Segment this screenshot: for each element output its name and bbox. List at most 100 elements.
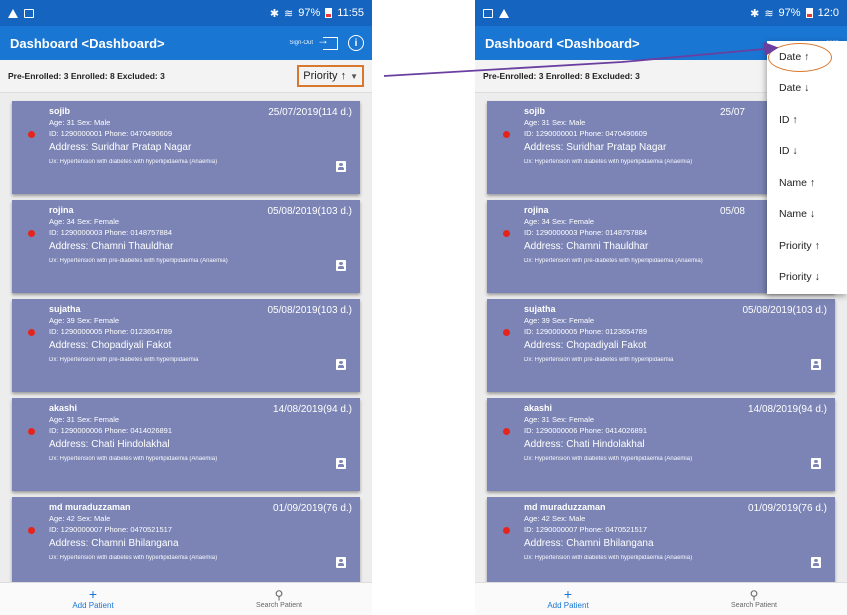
patient-diagnosis: Dx: Hypertension with pre-diabetes with … xyxy=(524,357,674,363)
search-icon: ⚲ xyxy=(749,588,759,602)
phone-screen-left: ✱ ≋ 97% 11:55 Dashboard <Dashboard> Sign-Ou… xyxy=(0,0,372,615)
enrollment-date: 25/07 xyxy=(719,107,745,118)
patient-list: sojib 25/07/2019(114 d.) Age: 31 Sex: Ma… xyxy=(0,93,372,590)
patient-id-phone: ID: 1290000006 Phone: 0414026891 xyxy=(49,426,173,435)
search-patient-label: Search Patient xyxy=(256,602,302,609)
patient-address: Address: Chamni Thauldhar xyxy=(49,241,174,252)
patient-card[interactable]: rojina 05/08/2019(103 d.) Age: 34 Sex: F… xyxy=(12,200,360,293)
sort-option-name-desc[interactable]: Name ↓ xyxy=(767,199,847,231)
enrollment-date: 01/09/2019(76 d.) xyxy=(273,503,352,514)
contact-card-icon[interactable] xyxy=(336,359,346,370)
patient-age-sex: Age: 34 Sex: Female xyxy=(49,217,120,226)
enrollment-counts: Pre-Enrolled: 3 Enrolled: 8 Excluded: 3 xyxy=(8,71,165,81)
sort-option-date-desc[interactable]: Date ↓ xyxy=(767,73,847,105)
patient-diagnosis: Dx: Hypertension with diabetes with hype… xyxy=(524,555,693,561)
image-notification-icon xyxy=(24,8,34,18)
patient-id-phone: ID: 1290000006 Phone: 0414026891 xyxy=(524,426,648,435)
patient-diagnosis: Dx: Hypertension with diabetes with hype… xyxy=(49,456,218,462)
priority-dot xyxy=(28,329,35,336)
app-title: Dashboard <Dashboard> xyxy=(10,35,165,51)
bluetooth-icon: ✱ xyxy=(269,7,280,20)
add-patient-label: Add Patient xyxy=(547,601,589,610)
priority-dot xyxy=(503,527,510,534)
priority-dot xyxy=(503,329,510,336)
image-notification-icon xyxy=(483,8,493,18)
enrollment-date: 01/09/2019(76 d.) xyxy=(748,503,827,514)
notification-icon xyxy=(8,8,18,18)
enrollment-date: 05/08/2019(103 d.) xyxy=(267,305,352,316)
patient-age-sex: Age: 31 Sex: Female xyxy=(49,415,120,424)
search-patient-label: Search Patient xyxy=(731,602,777,609)
info-icon[interactable]: i xyxy=(348,35,364,51)
patient-age-sex: Age: 31 Sex: Female xyxy=(524,415,595,424)
battery-percent: 97% xyxy=(298,7,321,19)
sort-option-id-desc[interactable]: ID ↓ xyxy=(767,136,847,168)
patient-card[interactable]: sujatha 05/08/2019(103 d.) Age: 39 Sex: … xyxy=(12,299,360,392)
contact-card-icon[interactable] xyxy=(336,458,346,469)
patient-age-sex: Age: 42 Sex: Male xyxy=(49,514,111,523)
patient-address: Address: Chopadiyali Fakot xyxy=(49,340,172,351)
patient-age-sex: Age: 39 Sex: Female xyxy=(49,316,120,325)
bottom-nav: + Add Patient ⚲ Search Patient xyxy=(0,582,372,615)
contact-card-icon[interactable] xyxy=(336,260,346,271)
sort-option-id-asc[interactable]: ID ↑ xyxy=(767,104,847,136)
priority-dot xyxy=(28,230,35,237)
bluetooth-icon: ✱ xyxy=(750,7,760,20)
priority-dot xyxy=(28,527,35,534)
sort-option-date-asc[interactable]: Date ↑ xyxy=(767,41,847,73)
sign-out-icon[interactable] xyxy=(317,33,338,50)
patient-card[interactable]: sojib 25/07/2019(114 d.) Age: 31 Sex: Ma… xyxy=(12,101,360,194)
contact-card-icon[interactable] xyxy=(811,359,821,370)
wifi-icon: ≋ xyxy=(284,7,294,20)
patient-card[interactable]: sujatha 05/08/2019(103 d.) Age: 39 Sex: … xyxy=(487,299,835,392)
search-icon: ⚲ xyxy=(274,588,284,602)
patient-id-phone: ID: 1290000005 Phone: 0123654789 xyxy=(49,327,173,336)
patient-diagnosis: Dx: Hypertension with diabetes with hype… xyxy=(49,555,218,561)
plus-icon: + xyxy=(563,586,573,602)
sort-selected-label: Priority ↑ xyxy=(303,70,347,82)
enrollment-date: 05/08/2019(103 d.) xyxy=(267,206,352,217)
patient-id-phone: ID: 1290000001 Phone: 0470490609 xyxy=(49,129,173,138)
bottom-nav: + Add Patient ⚲ Search Patient xyxy=(475,582,847,615)
patient-address: Address: Chamni Bhilangana xyxy=(49,538,179,549)
add-patient-button[interactable]: + Add Patient xyxy=(0,583,186,615)
patient-age-sex: Age: 42 Sex: Male xyxy=(524,514,586,523)
contact-card-icon[interactable] xyxy=(811,458,821,469)
patient-card[interactable]: akashi 14/08/2019(94 d.) Age: 31 Sex: Fe… xyxy=(487,398,835,491)
patient-age-sex: Age: 31 Sex: Male xyxy=(49,118,111,127)
add-patient-label: Add Patient xyxy=(72,601,114,610)
patient-diagnosis: Dx: Hypertension with pre-diabetes with … xyxy=(49,258,228,264)
battery-percent: 97% xyxy=(778,7,801,19)
wifi-icon: ≋ xyxy=(764,7,774,20)
app-title: Dashboard <Dashboard> xyxy=(485,35,640,51)
sign-out-label[interactable]: Sign-Out xyxy=(289,40,313,46)
battery-icon xyxy=(325,8,333,18)
patient-card[interactable]: akashi 14/08/2019(94 d.) Age: 31 Sex: Fe… xyxy=(12,398,360,491)
clock: 11:55 xyxy=(337,7,364,19)
patient-address: Address: Chati Hindolakhal xyxy=(49,439,170,450)
app-bar: Dashboard <Dashboard> Sign-Out i xyxy=(0,26,372,60)
sort-option-priority-desc[interactable]: Priority ↓ xyxy=(767,262,847,294)
sort-option-name-asc[interactable]: Name ↑ xyxy=(767,167,847,199)
contact-card-icon[interactable] xyxy=(811,557,821,568)
search-patient-button[interactable]: ⚲ Search Patient xyxy=(661,583,847,615)
patient-diagnosis: Dx: Hypertension with diabetes with hype… xyxy=(524,456,693,462)
patient-diagnosis: Dx: Hypertension with diabetes with hype… xyxy=(49,159,218,165)
chevron-down-icon: ▼ xyxy=(350,71,358,81)
sort-option-priority-asc[interactable]: Priority ↑ xyxy=(767,230,847,262)
patient-address: Address: Chamni Bhilangana xyxy=(524,538,654,549)
patient-id-phone: ID: 1290000003 Phone: 0148757884 xyxy=(49,228,173,237)
patient-diagnosis: Dx: Hypertension with pre-diabetes with … xyxy=(49,357,199,363)
enrollment-date: 25/07/2019(114 d.) xyxy=(268,107,352,118)
add-patient-button[interactable]: + Add Patient xyxy=(475,583,661,615)
patient-card[interactable]: md muraduzzaman 01/09/2019(76 d.) Age: 4… xyxy=(12,497,360,590)
enrollment-counts: Pre-Enrolled: 3 Enrolled: 8 Excluded: 3 xyxy=(483,71,640,81)
contact-card-icon[interactable] xyxy=(336,161,346,172)
status-bar: ✱ ≋ 97% 11:55 xyxy=(0,0,372,26)
patient-age-sex: Age: 39 Sex: Female xyxy=(524,316,595,325)
patient-card[interactable]: md muraduzzaman 01/09/2019(76 d.) Age: 4… xyxy=(487,497,835,590)
search-patient-button[interactable]: ⚲ Search Patient xyxy=(186,583,372,615)
sort-dropdown[interactable]: Priority ↑ ▼ xyxy=(297,65,364,87)
patient-id-phone: ID: 1290000007 Phone: 0470521517 xyxy=(524,525,648,534)
contact-card-icon[interactable] xyxy=(336,557,346,568)
